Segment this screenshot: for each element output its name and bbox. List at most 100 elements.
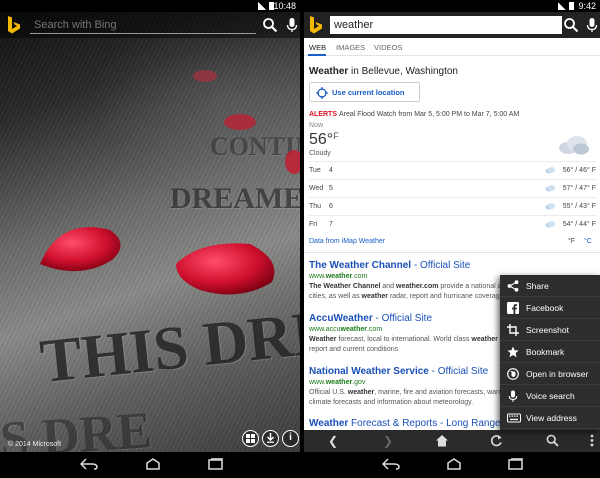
search-icon[interactable] bbox=[546, 434, 559, 447]
weather-title: Weather in Bellevue, Washington bbox=[309, 66, 458, 77]
menu-item-screenshot[interactable]: Screenshot bbox=[500, 319, 600, 341]
back-nav-icon[interactable] bbox=[382, 458, 400, 470]
menu-item-open-in-browser[interactable]: Open in browser bbox=[500, 363, 600, 385]
cloudy-icon bbox=[545, 167, 555, 174]
results-search-bar bbox=[304, 12, 600, 38]
search-icon[interactable] bbox=[563, 17, 579, 33]
menu-item-label: Screenshot bbox=[526, 325, 569, 335]
unit-fahrenheit[interactable]: °F bbox=[568, 238, 575, 245]
keyboard-icon bbox=[507, 412, 521, 424]
weather-alert[interactable]: ALERTS Areal Flood Watch from Mar 5, 5:00… bbox=[309, 111, 519, 118]
menu-item-label: Voice search bbox=[526, 391, 575, 401]
forecast-temps: 55° / 43° F bbox=[562, 203, 596, 210]
menu-item-view-address[interactable]: View address bbox=[500, 407, 600, 429]
menu-item-share[interactable]: Share bbox=[500, 275, 600, 297]
bing-search-bar bbox=[0, 12, 300, 38]
share-icon bbox=[507, 280, 519, 292]
screenshot-icon bbox=[507, 324, 519, 336]
forward-icon[interactable]: ❯ bbox=[383, 434, 393, 448]
cloudy-icon bbox=[545, 185, 555, 192]
overflow-menu: Share Facebook Screenshot Bookmark Open in b… bbox=[500, 275, 600, 430]
info-icon: i bbox=[289, 432, 292, 443]
cloudy-icon bbox=[545, 221, 555, 228]
info-button[interactable]: i bbox=[282, 430, 299, 447]
globe-icon bbox=[507, 368, 519, 380]
bing-home-screen: CONTIN DREAMER THIS DRE IS DRE 10:48 bbox=[0, 0, 300, 478]
grid-button[interactable] bbox=[242, 430, 259, 447]
rose-petals bbox=[40, 70, 300, 295]
forecast-day: Tue bbox=[309, 167, 321, 174]
bing-logo-icon[interactable] bbox=[6, 15, 22, 35]
overflow-menu-icon[interactable] bbox=[590, 434, 594, 447]
data-source-link[interactable]: Data from iMap Weather bbox=[309, 238, 385, 245]
status-bar: 9:42 bbox=[304, 0, 600, 12]
forecast-day: Fri bbox=[309, 221, 318, 228]
search-input[interactable] bbox=[30, 16, 256, 34]
browser-toolbar: ❮ ❯ bbox=[304, 430, 600, 452]
use-location-button[interactable]: Use current location bbox=[309, 82, 420, 102]
back-icon[interactable]: ❮ bbox=[328, 434, 338, 448]
forecast-date: 7 bbox=[329, 221, 333, 228]
tab-web[interactable]: WEB bbox=[309, 43, 326, 52]
menu-item-label: Bookmark bbox=[526, 347, 565, 357]
forecast-temps: 54° / 44° F bbox=[562, 221, 596, 228]
forecast-date: 4 bbox=[329, 167, 333, 174]
menu-item-facebook[interactable]: Facebook bbox=[500, 297, 600, 319]
nav-bar bbox=[304, 452, 600, 478]
forecast-row: Thu 6 55° / 43° F bbox=[309, 197, 596, 214]
forecast-date: 5 bbox=[329, 185, 333, 192]
signal-icon bbox=[558, 2, 566, 10]
now-label: Now bbox=[309, 122, 324, 129]
recents-nav-icon[interactable] bbox=[208, 458, 224, 470]
status-bar: 10:48 bbox=[0, 0, 300, 12]
forecast-day: Wed bbox=[309, 185, 324, 192]
menu-item-label: Facebook bbox=[526, 303, 564, 313]
recents-nav-icon[interactable] bbox=[508, 458, 524, 470]
forecast-date: 6 bbox=[329, 203, 333, 210]
facebook-icon bbox=[507, 302, 519, 314]
background-photo: CONTIN DREAMER THIS DRE IS DRE bbox=[0, 12, 300, 471]
home-nav-icon[interactable] bbox=[144, 458, 162, 470]
current-condition: Cloudy bbox=[309, 150, 331, 157]
cloudy-icon bbox=[559, 136, 589, 155]
cloudy-icon bbox=[545, 203, 555, 210]
forecast-temps: 57° / 47° F bbox=[562, 185, 596, 192]
menu-item-bookmark[interactable]: Bookmark bbox=[500, 341, 600, 363]
home-icon[interactable] bbox=[435, 434, 449, 447]
result-title[interactable]: The Weather Channel - Official Site bbox=[309, 260, 595, 271]
microphone-icon bbox=[507, 390, 519, 402]
result-tabs: WEB IMAGES VIDEOS bbox=[304, 38, 600, 56]
divider bbox=[304, 252, 600, 253]
bing-logo-icon[interactable] bbox=[308, 15, 324, 35]
microphone-icon[interactable] bbox=[284, 17, 300, 33]
unit-celsius[interactable]: °C bbox=[584, 238, 592, 245]
menu-item-label: View address bbox=[526, 413, 577, 423]
menu-item-voice-search[interactable]: Voice search bbox=[500, 385, 600, 407]
forecast-temps: 56° / 46° F bbox=[562, 167, 596, 174]
tab-images[interactable]: IMAGES bbox=[336, 43, 365, 52]
battery-icon bbox=[569, 2, 574, 10]
forecast-day: Thu bbox=[309, 203, 322, 210]
menu-item-label: Open in browser bbox=[526, 369, 589, 379]
search-icon[interactable] bbox=[262, 17, 278, 33]
download-icon bbox=[266, 433, 275, 443]
forecast-row: Fri 7 54° / 44° F bbox=[309, 215, 596, 232]
active-tab-indicator bbox=[308, 54, 326, 56]
copyright-text: © 2014 Microsoft bbox=[8, 441, 62, 448]
download-button[interactable] bbox=[262, 430, 279, 447]
signal-icon bbox=[258, 2, 266, 10]
back-nav-icon[interactable] bbox=[80, 458, 98, 470]
location-icon bbox=[316, 87, 328, 99]
grid-icon bbox=[246, 433, 255, 443]
tab-videos[interactable]: VIDEOS bbox=[374, 43, 402, 52]
home-nav-icon[interactable] bbox=[445, 458, 463, 470]
forecast-row: Wed 5 57° / 47° F bbox=[309, 179, 596, 196]
nav-bar bbox=[0, 452, 300, 478]
forecast-row: Tue 4 56° / 46° F bbox=[309, 161, 596, 178]
use-location-label: Use current location bbox=[332, 88, 405, 97]
refresh-icon[interactable] bbox=[490, 434, 503, 447]
microphone-icon[interactable] bbox=[584, 17, 600, 33]
bing-results-screen: 9:42 WEB IMAGES VIDEOS Weather in Bellev… bbox=[304, 0, 600, 478]
search-input[interactable] bbox=[330, 16, 562, 34]
status-time: 9:42 bbox=[578, 1, 596, 11]
